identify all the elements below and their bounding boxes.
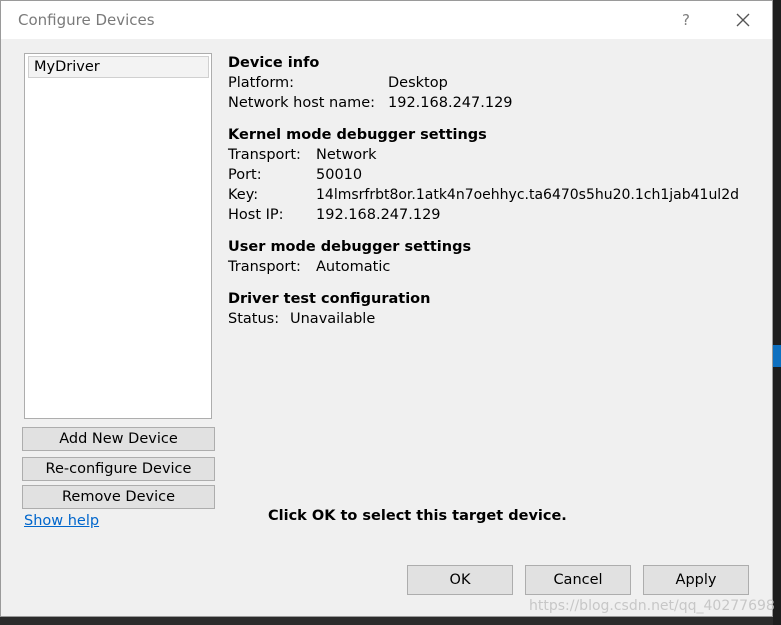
cancel-button[interactable]: Cancel	[525, 565, 631, 595]
network-host-label: Network host name:	[228, 95, 376, 111]
port-value: 50010	[316, 167, 363, 183]
list-item[interactable]: MyDriver	[28, 56, 209, 78]
user-transport-value: Automatic	[316, 259, 391, 275]
device-info-heading: Device info	[228, 55, 320, 71]
title-bar: Configure Devices ?	[1, 1, 772, 39]
kernel-transport-value: Network	[316, 147, 377, 163]
ok-button[interactable]: OK	[407, 565, 513, 595]
platform-label: Platform:	[228, 75, 295, 91]
host-ip-value: 192.168.247.129	[316, 207, 441, 223]
close-icon[interactable]	[730, 7, 756, 33]
device-list[interactable]: MyDriver	[24, 53, 212, 419]
window-title: Configure Devices	[18, 11, 155, 29]
help-icon[interactable]: ?	[673, 7, 699, 33]
user-transport-label: Transport:	[228, 259, 301, 275]
background-accent-strip	[773, 345, 781, 367]
key-label: Key:	[228, 187, 259, 203]
platform-value: Desktop	[388, 75, 448, 91]
key-value: 14lmsrfrbt8or.1atk4n7oehhyc.ta6470s5hu20…	[316, 187, 739, 203]
configure-devices-dialog: Configure Devices ? MyDriver Add New Dev…	[0, 0, 775, 617]
user-mode-heading: User mode debugger settings	[228, 239, 472, 255]
driver-test-heading: Driver test configuration	[228, 291, 431, 307]
watermark: https://blog.csdn.net/qq_40277698	[529, 598, 775, 614]
status-label: Status:	[228, 311, 280, 327]
remove-device-button[interactable]: Remove Device	[22, 485, 215, 509]
host-ip-label: Host IP:	[228, 207, 284, 223]
network-host-value: 192.168.247.129	[388, 95, 513, 111]
apply-button[interactable]: Apply	[643, 565, 749, 595]
kernel-settings-heading: Kernel mode debugger settings	[228, 127, 487, 143]
background-window	[773, 0, 781, 625]
port-label: Port:	[228, 167, 262, 183]
select-device-hint: Click OK to select this target device.	[268, 508, 567, 524]
kernel-transport-label: Transport:	[228, 147, 301, 163]
reconfigure-device-button[interactable]: Re-configure Device	[22, 457, 215, 481]
add-new-device-button[interactable]: Add New Device	[22, 427, 215, 451]
show-help-link[interactable]: Show help	[24, 513, 99, 529]
status-value: Unavailable	[290, 311, 376, 327]
